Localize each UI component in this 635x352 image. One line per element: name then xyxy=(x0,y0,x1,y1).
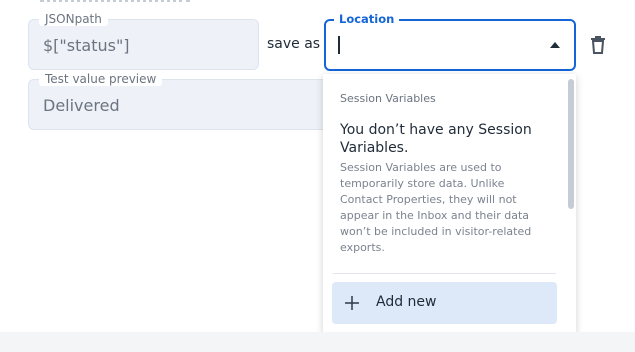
jsonpath-label: JSONpath xyxy=(39,12,108,26)
chevron-up-icon[interactable] xyxy=(550,42,560,48)
test-value-preview-value: Delivered xyxy=(43,96,120,115)
add-new-label: Add new xyxy=(376,294,437,310)
location-select[interactable]: Location xyxy=(324,12,576,71)
save-as-label: save as xyxy=(267,36,321,52)
test-value-preview-label: Test value preview xyxy=(39,72,163,86)
empty-state-heading: You don’t have any Session Variables. xyxy=(340,122,532,156)
empty-state-description: Session Variables are used to temporaril… xyxy=(340,161,532,254)
location-label: Location xyxy=(334,12,400,26)
jsonpath-field[interactable]: JSONpath $["status"] xyxy=(28,12,259,70)
add-new-option[interactable]: Add new xyxy=(332,282,557,324)
dropdown-section-title: Session Variables xyxy=(340,92,436,105)
bottom-strip xyxy=(0,332,635,352)
jsonpath-value[interactable]: $["status"] xyxy=(43,36,130,55)
plus-icon xyxy=(344,295,360,311)
text-cursor xyxy=(338,36,340,54)
clipped-text xyxy=(40,0,240,2)
page: JSONpath $["status"] save as Test value … xyxy=(0,0,635,332)
location-dropdown-menu: Session Variables You don’t have any Ses… xyxy=(323,74,576,332)
trash-icon[interactable] xyxy=(590,36,606,54)
test-value-preview-field: Test value preview Delivered xyxy=(28,72,338,130)
dropdown-scrollbar[interactable] xyxy=(568,79,574,209)
dropdown-divider xyxy=(333,273,556,274)
